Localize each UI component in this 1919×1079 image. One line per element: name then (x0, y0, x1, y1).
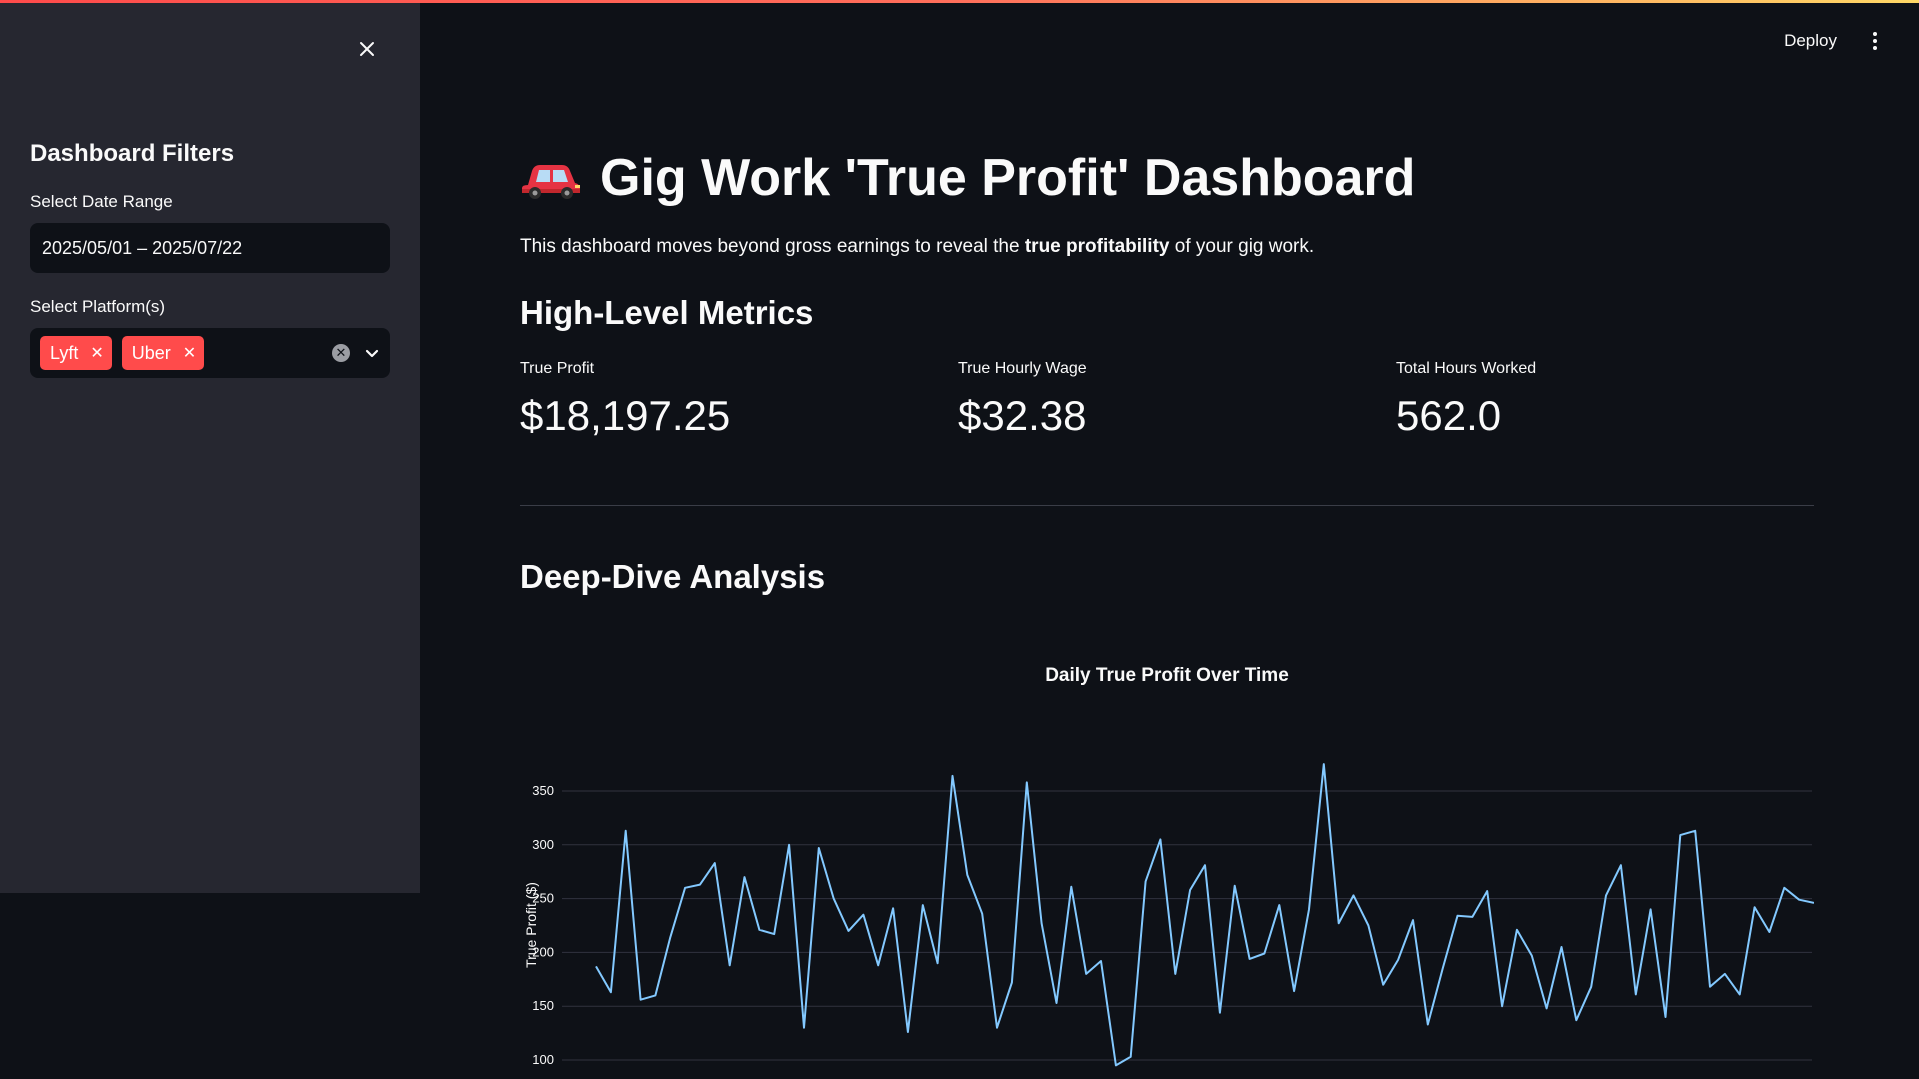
metric-value: $32.38 (958, 392, 1087, 439)
top-accent-bar (0, 0, 1919, 3)
metric-total-hours: Total Hours Worked 562.0 (1396, 360, 1796, 440)
series-line[interactable] (595, 763, 1814, 1067)
remove-chip-icon[interactable]: ✕ (183, 343, 196, 363)
close-sidebar-button[interactable] (352, 34, 382, 64)
page-title-text: Gig Work 'True Profit' Dashboard (600, 149, 1416, 207)
remove-chip-icon[interactable]: ✕ (90, 343, 103, 363)
metric-value: 562.0 (1396, 392, 1502, 439)
y-tick-label: 100 (532, 1052, 554, 1067)
clear-all-icon[interactable]: ✕ (332, 344, 350, 362)
main-menu-icon[interactable] (1867, 30, 1883, 52)
chip-label: Uber (131, 342, 171, 363)
metric-true-hourly-wage: True Hourly Wage $32.38 (958, 360, 1358, 440)
platform-chip-lyft: Lyft ✕ (40, 336, 112, 370)
chip-label: Lyft (50, 342, 79, 363)
sidebar: Dashboard Filters Select Date Range 2025… (0, 0, 420, 893)
metric-label: Total Hours Worked (1396, 360, 1537, 377)
y-tick-label: 300 (532, 837, 554, 852)
date-range-input[interactable]: 2025/05/01 – 2025/07/22 (30, 223, 390, 273)
metric-label: True Profit (520, 360, 595, 377)
intro-bold: true profitability (1024, 236, 1170, 257)
platform-chip-uber: Uber ✕ (121, 336, 205, 370)
date-range-label: Select Date Range (30, 192, 173, 211)
intro-text: This dashboard moves beyond gross earnin… (520, 236, 1314, 258)
section-divider (520, 505, 1814, 506)
intro-suffix: of your gig work. (1169, 236, 1315, 257)
car-icon (522, 165, 580, 199)
profit-line-chart[interactable]: 100150200250300350True Profit ($) (520, 655, 1814, 1079)
metrics-heading: High-Level Metrics (520, 294, 814, 331)
y-tick-label: 350 (532, 783, 554, 798)
close-icon (360, 42, 374, 56)
metric-label: True Hourly Wage (958, 360, 1087, 377)
sidebar-title: Dashboard Filters (30, 140, 235, 167)
intro-prefix: This dashboard moves beyond gross earnin… (520, 236, 1025, 257)
platform-select-label: Select Platform(s) (30, 297, 166, 316)
metric-true-profit: True Profit $18,197.25 (520, 360, 920, 440)
y-tick-label: 150 (532, 998, 554, 1013)
chevron-down-icon[interactable] (364, 345, 380, 361)
multiselect-controls: ✕ (332, 344, 380, 362)
profit-chart: Daily True Profit Over Time 100 150 200 250… (520, 655, 1814, 1079)
y-axis-label: True Profit ($) (523, 882, 539, 968)
date-range-value: 2025/05/01 – 2025/07/22 (42, 237, 243, 258)
page-title: Gig Work 'True Profit' Dashboard (520, 148, 1415, 208)
metric-value: $18,197.25 (520, 392, 731, 439)
main-content: Gig Work 'True Profit' Dashboard This da… (520, 0, 1814, 1079)
analysis-heading: Deep-Dive Analysis (520, 558, 826, 595)
platform-multiselect[interactable]: Lyft ✕ Uber ✕ ✕ (30, 328, 390, 378)
